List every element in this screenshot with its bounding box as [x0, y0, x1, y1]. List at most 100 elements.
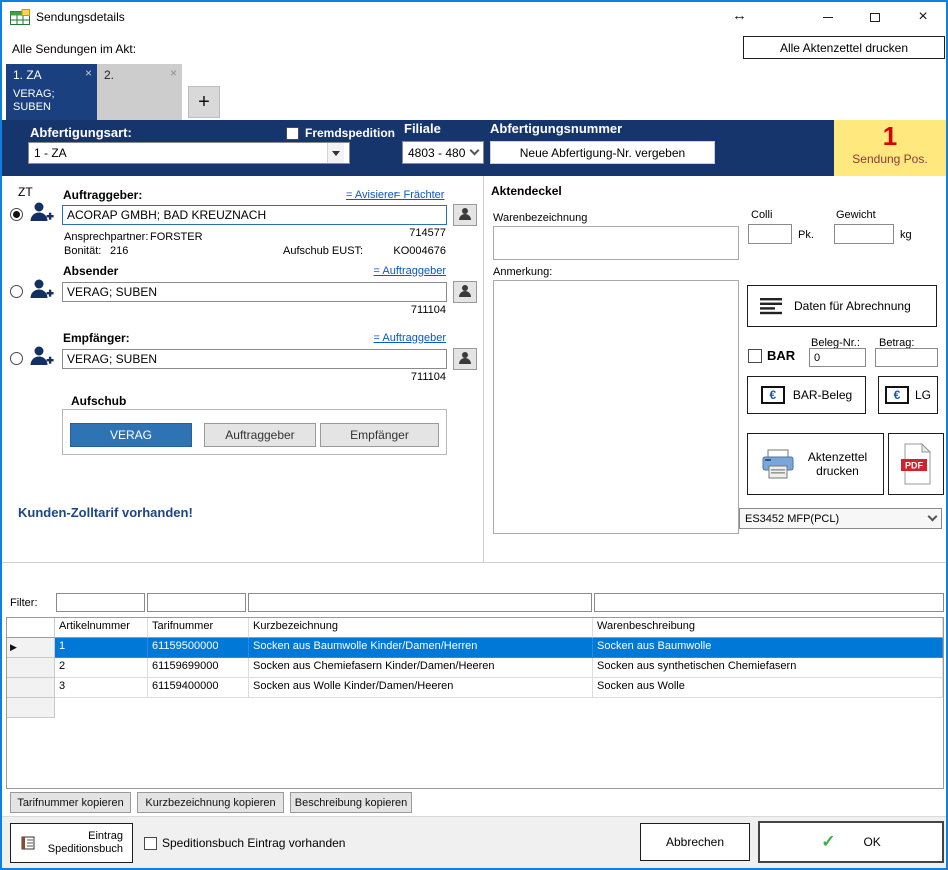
cell-kurzbezeichnung[interactable]: Socken aus Baumwolle Kinder/Damen/Herren — [249, 638, 593, 658]
zt-label: ZT — [18, 185, 33, 199]
tab-label: 1. ZA — [13, 68, 42, 82]
daten-abrechnung-button[interactable]: Daten für Abrechnung — [747, 285, 937, 327]
empfaenger-lookup-button[interactable] — [453, 348, 477, 370]
table-row[interactable]: ▶ 1 61159500000 Socken aus Baumwolle Kin… — [7, 638, 943, 658]
column-header-tarifnummer[interactable]: Tarifnummer — [148, 618, 249, 638]
cell-artikelnummer[interactable]: 2 — [55, 658, 148, 678]
filiale-select[interactable]: 4803 - 480 — [402, 141, 484, 164]
minimize-button[interactable] — [807, 2, 849, 32]
cell-kurzbezeichnung[interactable]: Socken aus Wolle Kinder/Damen/Heeren — [249, 678, 593, 698]
cell-tarifnummer[interactable]: 61159400000 — [148, 678, 249, 698]
cell-warenbeschreibung[interactable]: Socken aus Baumwolle — [593, 638, 943, 658]
contact-add-icon[interactable] — [28, 277, 54, 306]
filter-warenbeschreibung-input[interactable] — [594, 593, 944, 612]
column-header-warenbeschreibung[interactable]: Warenbeschreibung — [593, 618, 943, 638]
sendung-pos-number: 1 — [883, 120, 897, 152]
ansprechpartner-value: FORSTER — [150, 231, 203, 243]
auftraggeber-lookup-button[interactable] — [453, 204, 477, 226]
lg-button[interactable]: € LG — [878, 376, 938, 414]
auftraggeber-input[interactable] — [62, 205, 447, 225]
aufschub-empfaenger-button[interactable]: Empfänger — [320, 423, 439, 447]
absender-lookup-button[interactable] — [453, 281, 477, 303]
copy-tarifnummer-button[interactable]: Tarifnummer kopieren — [10, 792, 131, 813]
row-selector[interactable]: ▶ — [7, 638, 55, 658]
row-selector[interactable] — [7, 658, 55, 678]
person-icon — [458, 351, 472, 368]
dropdown-arrow-icon — [327, 143, 344, 163]
speditionsbuch-eintrag-button[interactable]: Eintrag Speditionsbuch — [10, 823, 133, 863]
ok-button[interactable]: ✓ OK — [758, 821, 944, 863]
fremdspedition-checkbox[interactable] — [286, 127, 299, 140]
table-row[interactable]: 2 61159699000 Socken aus Chemiefasern Ki… — [7, 658, 943, 678]
betrag-input[interactable] — [875, 348, 938, 367]
contact-add-icon[interactable] — [28, 344, 54, 373]
bar-label: BAR — [767, 348, 795, 363]
absender-radio[interactable] — [10, 285, 23, 298]
column-header-artikelnummer[interactable]: Artikelnummer — [55, 618, 148, 638]
aktenzettel-drucken-label: Aktenzettel drucken — [804, 450, 872, 478]
anmerkung-textarea[interactable] — [493, 280, 739, 534]
panel-divider — [483, 176, 484, 562]
bar-beleg-button[interactable]: € BAR-Beleg — [747, 376, 866, 414]
printer-select[interactable]: ES3452 MFP(PCL) — [739, 508, 942, 529]
colli-label: Colli — [751, 209, 772, 221]
gewicht-input[interactable] — [834, 224, 894, 244]
filter-artikelnummer-input[interactable] — [56, 593, 145, 612]
filter-kurzbezeichnung-input[interactable] — [248, 593, 592, 612]
copy-kurzbezeichnung-button[interactable]: Kurzbezeichnung kopieren — [137, 792, 284, 813]
abfertigungsart-select[interactable]: 1 - ZA — [28, 142, 350, 164]
column-header-kurzbezeichnung[interactable]: Kurzbezeichnung — [249, 618, 593, 638]
empfaenger-radio[interactable] — [10, 352, 23, 365]
contact-add-icon[interactable] — [28, 200, 54, 229]
close-icon[interactable]: × — [170, 66, 177, 80]
abfertigungsart-value: 1 - ZA — [34, 146, 67, 160]
tab-shipment-2[interactable]: 2. × — [97, 64, 182, 120]
aufschub-verag-button[interactable]: VERAG — [70, 423, 192, 447]
print-all-aktenzettel-button[interactable]: Alle Aktenzettel drucken — [743, 36, 945, 59]
close-icon[interactable]: × — [85, 66, 92, 80]
add-tab-button[interactable]: + — [188, 86, 220, 118]
colli-input[interactable] — [748, 224, 792, 244]
resize-arrows-icon[interactable]: ↔ — [732, 7, 747, 24]
warenbezeichnung-input[interactable] — [493, 226, 739, 260]
neue-abfertigung-nr-button[interactable]: Neue Abfertigung-Nr. vergeben — [490, 141, 715, 164]
close-button[interactable]: × — [902, 2, 944, 32]
row-selector[interactable] — [7, 678, 55, 698]
abfertigungsart-label: Abfertigungsart: — [30, 125, 132, 140]
fraechter-link[interactable]: = Frächter — [394, 189, 444, 201]
aufschub-auftraggeber-button[interactable]: Auftraggeber — [204, 423, 316, 447]
cell-warenbeschreibung[interactable]: Socken aus synthetischen Chemiefasern — [593, 658, 943, 678]
cell-tarifnummer[interactable]: 61159699000 — [148, 658, 249, 678]
empfaenger-input[interactable] — [62, 349, 447, 369]
filter-tarifnummer-input[interactable] — [147, 593, 246, 612]
tab-shipment-1[interactable]: 1. ZA × VERAG; SUBEN — [6, 64, 97, 120]
beleg-nr-input[interactable] — [809, 348, 866, 367]
copy-beschreibung-button[interactable]: Beschreibung kopieren — [290, 792, 412, 813]
euro-icon: € — [761, 386, 785, 404]
cell-artikelnummer[interactable]: 3 — [55, 678, 148, 698]
cell-kurzbezeichnung[interactable]: Socken aus Chemiefasern Kinder/Damen/Hee… — [249, 658, 593, 678]
filter-label: Filter: — [10, 597, 38, 609]
empfaenger-auftraggeber-link[interactable]: = Auftraggeber — [362, 332, 446, 344]
cell-warenbeschreibung[interactable]: Socken aus Wolle — [593, 678, 943, 698]
abbrechen-button[interactable]: Abbrechen — [640, 823, 750, 861]
aufschub-group-label: Aufschub — [71, 394, 126, 408]
avisierer-link[interactable]: = Avisierer — [346, 189, 397, 201]
bar-checkbox[interactable] — [748, 349, 762, 363]
speditionsbuch-checkbox[interactable] — [144, 837, 157, 850]
table-row[interactable]: 3 61159400000 Socken aus Wolle Kinder/Da… — [7, 678, 943, 698]
ok-label: OK — [863, 835, 880, 849]
cell-artikelnummer[interactable]: 1 — [55, 638, 148, 658]
auftraggeber-radio[interactable] — [10, 208, 23, 221]
maximize-button[interactable] — [854, 2, 896, 32]
list-icon — [760, 297, 782, 315]
pdf-button[interactable]: PDF — [888, 433, 944, 495]
bonitaet-value: 216 — [110, 245, 128, 257]
cell-tarifnummer[interactable]: 61159500000 — [148, 638, 249, 658]
absender-auftraggeber-link[interactable]: = Auftraggeber — [362, 265, 446, 277]
absender-input[interactable] — [62, 282, 447, 302]
lg-label: LG — [915, 388, 931, 402]
row-arrow-icon: ▶ — [10, 642, 17, 653]
aktenzettel-drucken-button[interactable]: Aktenzettel drucken — [747, 433, 884, 495]
chevron-down-icon — [470, 146, 480, 156]
